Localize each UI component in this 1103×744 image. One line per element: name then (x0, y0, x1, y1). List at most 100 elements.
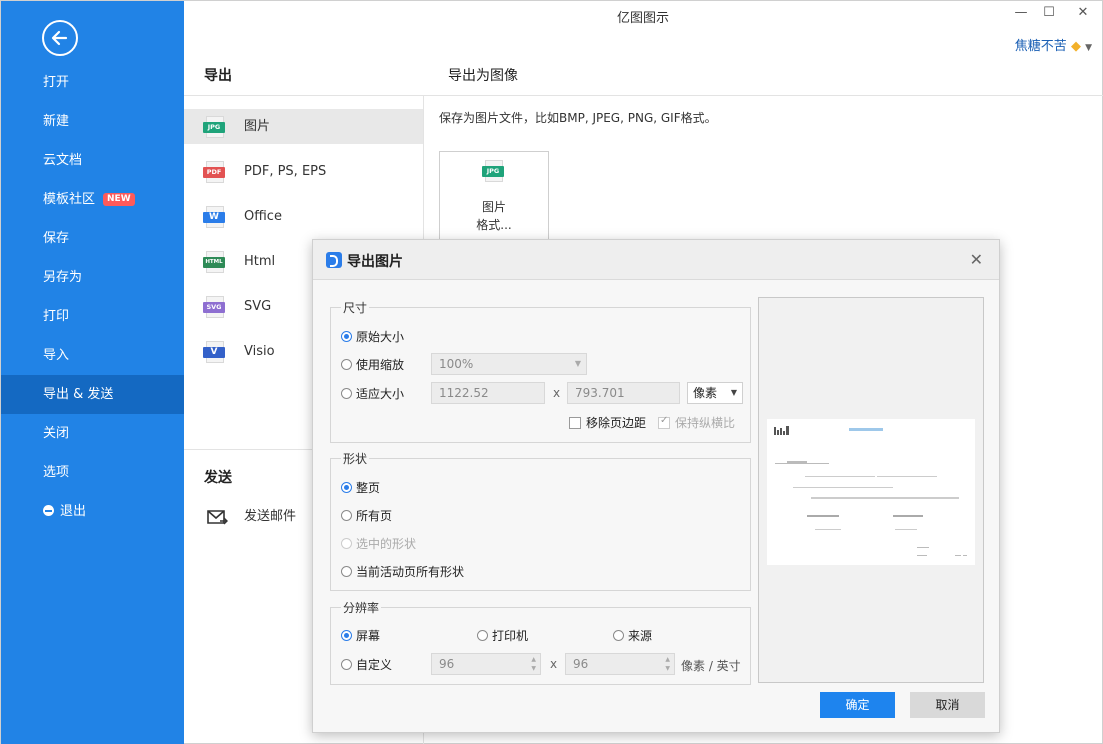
detail-heading: 导出为图像 (448, 68, 518, 84)
radio-icon (341, 510, 352, 521)
pdf-file-icon: PDF (203, 161, 225, 183)
vip-gem-icon: ◆ (1070, 39, 1081, 54)
export-heading: 导出 (204, 68, 232, 84)
cancel-button[interactable]: 取消 (910, 692, 985, 718)
sidebar-item-label: 退出 (60, 504, 87, 519)
sidebar-item-new[interactable]: 新建 (1, 102, 184, 141)
width-input[interactable]: 1122.52 (431, 382, 545, 404)
shape-current-page-radio[interactable]: 当前活动页所有形状 (341, 563, 464, 580)
sidebar-item-label: 模板社区 (43, 192, 96, 207)
chevron-down-icon: ▼ (730, 388, 737, 397)
option-label: 移除页边距 (586, 416, 647, 430)
close-icon[interactable]: ✕ (970, 250, 983, 269)
height-input[interactable]: 793.701 (567, 382, 680, 404)
keep-ratio-checkbox[interactable]: 保持纵横比 (658, 414, 735, 431)
option-label: 来源 (628, 629, 653, 643)
sidebar-item-export-send[interactable]: 导出 & 发送 (1, 375, 184, 414)
radio-icon (341, 630, 352, 641)
file-icon-tag: JPG (203, 122, 225, 133)
sidebar-item-label: 导出 & 发送 (43, 387, 114, 402)
sidebar-item-template-community[interactable]: 模板社区 NEW (1, 180, 184, 219)
res-source-radio[interactable]: 来源 (613, 627, 652, 644)
res-printer-radio[interactable]: 打印机 (477, 627, 528, 644)
minimize-icon[interactable]: — (1007, 5, 1035, 20)
send-mail-label: 发送邮件 (244, 509, 297, 524)
dpi-x-input[interactable]: 96 ▲ ▼ (431, 653, 541, 675)
spinner-icon: ▲ ▼ (531, 656, 536, 672)
send-heading: 发送 (204, 470, 232, 486)
shape-all-pages-radio[interactable]: 所有页 (341, 507, 392, 524)
ok-button[interactable]: 确定 (820, 692, 895, 718)
format-item-image[interactable]: JPG 图片 (184, 109, 423, 144)
size-scale-radio[interactable]: 使用缩放 (341, 356, 404, 373)
option-label: 使用缩放 (356, 358, 405, 372)
resolution-group-label: 分辨率 (341, 599, 382, 616)
sidebar-item-options[interactable]: 选项 (1, 453, 184, 492)
export-image-dialog: 导出图片 ✕ 尺寸 原始大小 使用缩放 100% ▼ 适应大小 1122.52 x… (312, 239, 1000, 733)
tile-label: 图片 格式... (440, 198, 548, 234)
mail-icon (207, 510, 228, 525)
app-window: 打开 新建 云文档 模板社区 NEW 保存 另存为 打印 导入 导出 & 发送 关… (0, 0, 1103, 744)
radio-icon (613, 630, 624, 641)
sidebar-item-close[interactable]: 关闭 (1, 414, 184, 453)
format-label: PDF, PS, EPS (244, 164, 327, 179)
sidebar-item-print[interactable]: 打印 (1, 297, 184, 336)
jpg-file-icon: JPG (482, 160, 504, 182)
option-label: 自定义 (356, 658, 393, 672)
option-label: 保持纵横比 (675, 416, 736, 430)
preview-document-image (774, 426, 967, 556)
dpi-y-input[interactable]: 96 ▲ ▼ (565, 653, 675, 675)
format-label: 图片 (244, 119, 271, 134)
back-button[interactable] (42, 20, 78, 56)
header-divider (184, 95, 1103, 96)
sidebar-item-cloud-docs[interactable]: 云文档 (1, 141, 184, 180)
res-screen-radio[interactable]: 屏幕 (341, 627, 380, 644)
format-item-pdf[interactable]: PDF PDF, PS, EPS (184, 154, 423, 189)
format-label: Html (244, 254, 276, 269)
image-format-tile[interactable]: JPG 图片 格式... (439, 151, 549, 251)
checkbox-checked-icon (658, 415, 670, 429)
file-icon-tag: V (203, 347, 225, 358)
shape-selected-radio[interactable]: 选中的形状 (341, 535, 416, 552)
unit-select[interactable]: 像素 ▼ (687, 382, 743, 404)
window-title: 亿图图示 (616, 11, 669, 26)
resolution-group: 分辨率 屏幕 打印机 来源 自定义 96 ▲ ▼ x 96 ▲ ▼ 像素 / 英寸 (330, 599, 751, 685)
res-custom-radio[interactable]: 自定义 (341, 656, 392, 673)
sidebar-item-import[interactable]: 导入 (1, 336, 184, 375)
sidebar-item-label: 保存 (43, 231, 70, 246)
dpi-x-value: 96 (439, 657, 455, 671)
shape-whole-page-radio[interactable]: 整页 (341, 479, 380, 496)
sidebar-item-save-as[interactable]: 另存为 (1, 258, 184, 297)
app-logo-icon (326, 252, 342, 268)
format-item-office[interactable]: W Office (184, 199, 423, 234)
sidebar-item-save[interactable]: 保存 (1, 219, 184, 258)
sidebar-item-label: 新建 (43, 114, 70, 129)
dpi-unit-label: 像素 / 英寸 (681, 659, 741, 673)
sidebar-item-label: 导入 (43, 348, 70, 363)
sidebar-item-label: 云文档 (43, 153, 83, 168)
option-label: 打印机 (492, 629, 529, 643)
sidebar-item-label: 选项 (43, 465, 70, 480)
file-icon-tag: SVG (203, 302, 225, 313)
sidebar-item-open[interactable]: 打开 (1, 63, 184, 102)
file-icon-tag: HTML (203, 257, 225, 268)
size-original-radio[interactable]: 原始大小 (341, 328, 404, 345)
size-fit-radio[interactable]: 适应大小 (341, 385, 404, 402)
visio-file-icon: V (203, 341, 225, 363)
close-window-icon[interactable]: ✕ (1069, 5, 1097, 20)
remove-margin-checkbox[interactable]: 移除页边距 (569, 414, 646, 431)
dialog-title: 导出图片 (347, 254, 403, 270)
scale-value: 100% (439, 357, 474, 371)
arrow-left-icon (51, 30, 68, 46)
jpg-file-icon: JPG (203, 116, 225, 138)
maximize-icon[interactable]: ☐ (1035, 5, 1063, 20)
user-menu[interactable]: 焦糖不苦 ◆ ▼ (1015, 35, 1092, 54)
radio-icon (341, 538, 352, 549)
file-icon-tag: W (203, 212, 225, 223)
sidebar-item-exit[interactable]: 退出 (1, 492, 184, 531)
radio-icon (341, 482, 352, 493)
scale-select[interactable]: 100% ▼ (431, 353, 587, 375)
size-group-label: 尺寸 (341, 299, 370, 316)
dpi-x-separator: x (550, 657, 558, 671)
radio-icon (341, 566, 352, 577)
